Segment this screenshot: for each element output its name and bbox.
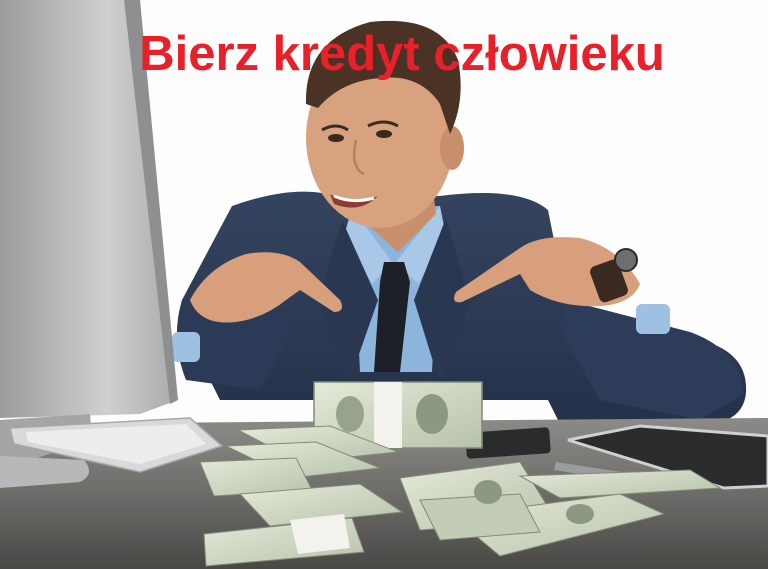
photo-frame: Bierz kredyt człowieku [0,0,768,569]
headline-text: Bierz kredyt człowieku [139,27,665,81]
scene-illustration [0,0,768,569]
